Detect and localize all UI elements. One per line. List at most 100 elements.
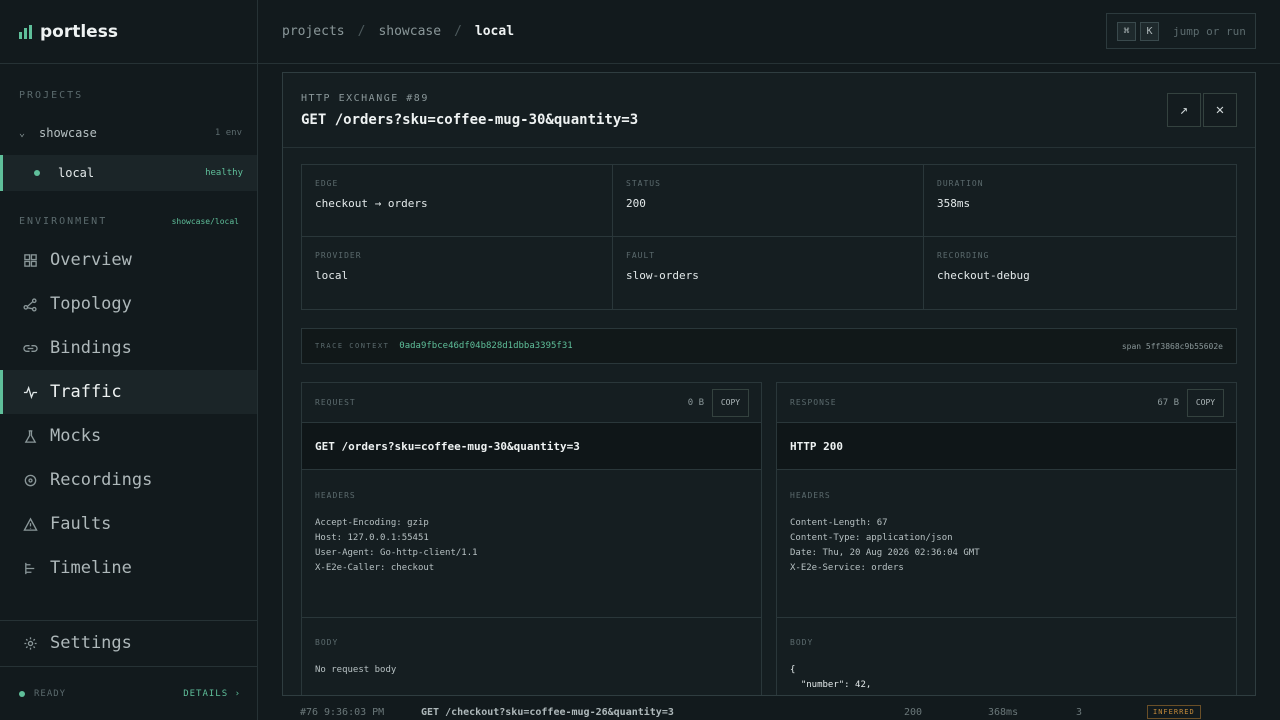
- command-palette-button[interactable]: ⌘ K jump or run: [1106, 13, 1256, 49]
- field-value: 358ms: [937, 197, 971, 210]
- nav-topology[interactable]: Topology: [0, 282, 257, 326]
- header-line: Content-Type: application/json: [790, 533, 953, 543]
- nav-label: Mocks: [50, 426, 102, 446]
- field-value: checkout → orders: [315, 197, 428, 210]
- copy-response-button[interactable]: COPY: [1187, 388, 1224, 417]
- details-link[interactable]: DETAILS ›: [183, 689, 241, 699]
- crumb-local: local: [474, 24, 515, 39]
- body-label: BODY: [315, 638, 339, 647]
- response-section: RESPONSE 67 B COPY HTTP 200 HEADERS Cont…: [776, 382, 1237, 695]
- header-line: Accept-Encoding: gzip: [315, 518, 429, 528]
- request-label: REQUEST: [315, 398, 356, 407]
- nav-overview[interactable]: Overview: [0, 238, 257, 282]
- close-icon: ✕: [1215, 102, 1225, 118]
- record-icon: [23, 473, 38, 488]
- arrow-up-right-icon: ↗: [1179, 102, 1189, 118]
- command-hint: jump or run: [1173, 24, 1246, 38]
- environment-path: showcase/local: [171, 217, 239, 226]
- settings-area: Settings: [0, 621, 257, 665]
- status-dot-icon: [19, 690, 25, 697]
- response-header: RESPONSE 67 B COPY: [777, 383, 1236, 423]
- body-text: No request body: [315, 665, 397, 675]
- nav-label: Timeline: [50, 558, 132, 578]
- header-line: Host: 127.0.0.1:55451: [315, 533, 429, 543]
- response-size: 67 B: [1157, 397, 1179, 408]
- field-edge: EDGE checkout → orders: [302, 165, 613, 237]
- nav-label: Traffic: [50, 382, 122, 402]
- status-dot-icon: [34, 170, 40, 176]
- nav-bindings[interactable]: Bindings: [0, 326, 257, 370]
- row-badge: INFERRED: [1147, 705, 1201, 719]
- body-label: BODY: [790, 638, 814, 647]
- crumb-showcase[interactable]: showcase: [378, 24, 441, 39]
- nav-settings[interactable]: Settings: [0, 621, 257, 665]
- close-button[interactable]: ✕: [1203, 93, 1237, 127]
- topbar: projects / showcase / local ⌘ K jump or …: [258, 0, 1280, 64]
- command-key-icon: ⌘: [1117, 21, 1136, 41]
- status-bar: READY DETAILS ›: [0, 666, 257, 720]
- request-line: GET /orders?sku=coffee-mug-30&quantity=3: [302, 423, 761, 470]
- status-ready: READY: [34, 688, 67, 699]
- field-label: PROVIDER: [315, 251, 362, 260]
- projects-label: PROJECTS: [19, 90, 84, 101]
- headers-label: HEADERS: [790, 491, 831, 500]
- request-section: REQUEST 0 B COPY GET /orders?sku=coffee-…: [301, 382, 762, 695]
- response-line: HTTP 200: [777, 423, 1236, 470]
- header-line: Content-Length: 67: [790, 518, 888, 528]
- field-value: 200: [626, 197, 646, 210]
- topology-icon: [23, 297, 38, 312]
- request-header: REQUEST 0 B COPY: [302, 383, 761, 423]
- env-name: local: [58, 166, 95, 180]
- response-label: RESPONSE: [790, 398, 837, 407]
- request-size: 0 B: [687, 397, 704, 408]
- header-line: X-E2e-Caller: checkout: [315, 563, 435, 573]
- pulse-icon: [23, 385, 38, 400]
- panel-header: HTTP EXCHANGE #89 GET /orders?sku=coffee…: [283, 73, 1255, 148]
- nav-faults[interactable]: Faults: [0, 502, 257, 546]
- crumb-separator: /: [454, 24, 462, 39]
- request-headers: HEADERS Accept-Encoding: gzip Host: 127.…: [302, 470, 761, 618]
- row-request: GET /checkout?sku=coffee-mug-26&quantity…: [421, 706, 674, 718]
- field-label: STATUS: [626, 179, 661, 188]
- env-local[interactable]: local healthy: [0, 155, 257, 191]
- row-duration: 368ms: [988, 706, 1019, 718]
- nav-recordings[interactable]: Recordings: [0, 458, 257, 502]
- nav-mocks[interactable]: Mocks: [0, 414, 257, 458]
- nav-traffic[interactable]: Traffic: [0, 370, 257, 414]
- row-status: 200: [904, 706, 923, 718]
- nav-label: Topology: [50, 294, 132, 314]
- copy-request-button[interactable]: COPY: [712, 388, 749, 417]
- nav-label: Bindings: [50, 338, 132, 358]
- request-body: BODY No request body: [302, 618, 761, 678]
- env-health-badge: healthy: [205, 168, 243, 178]
- environment-header: ENVIRONMENT showcase/local: [19, 216, 239, 227]
- exchange-eyebrow: HTTP EXCHANGE #89: [301, 93, 429, 104]
- traffic-row[interactable]: #76 9:36:03 PM GET /checkout?sku=coffee-…: [286, 703, 1250, 720]
- field-fault: FAULT slow-orders: [613, 237, 924, 309]
- field-label: RECORDING: [937, 251, 990, 260]
- row-time: 9:36:03 PM: [324, 706, 385, 718]
- warning-icon: [23, 516, 38, 532]
- field-recording: RECORDING checkout-debug: [924, 237, 1236, 309]
- exchange-fields: EDGE checkout → orders STATUS 200 DURATION…: [301, 164, 1237, 310]
- crumb-projects[interactable]: projects: [282, 24, 345, 39]
- field-value: slow-orders: [626, 269, 699, 282]
- exchange-title: GET /orders?sku=coffee-mug-30&quantity=3: [301, 112, 639, 128]
- nav-label: Settings: [50, 633, 132, 653]
- header-line: Date: Thu, 20 Aug 2026 02:36:04 GMT: [790, 548, 980, 558]
- timeline-icon: [23, 561, 38, 576]
- bars-logo-icon: [19, 24, 32, 39]
- chevron-down-icon: ⌄: [19, 127, 26, 139]
- project-showcase[interactable]: ⌄ showcase 1 env: [0, 121, 257, 145]
- nav-label: Overview: [50, 250, 132, 270]
- gear-icon: [23, 636, 38, 651]
- brand[interactable]: portless: [0, 0, 257, 64]
- field-status: STATUS 200: [613, 165, 924, 237]
- field-label: EDGE: [315, 179, 339, 188]
- open-external-button[interactable]: ↗: [1167, 93, 1201, 127]
- env-nav: Overview Topology Bindings Traffic Mocks…: [0, 238, 257, 590]
- sidebar: portless PROJECTS ⌄ showcase 1 env local…: [0, 0, 258, 720]
- nav-timeline[interactable]: Timeline: [0, 546, 257, 590]
- trace-id[interactable]: 0ada9fbce46df04b828d1dbba3395f31: [399, 341, 572, 351]
- flask-icon: [23, 429, 38, 444]
